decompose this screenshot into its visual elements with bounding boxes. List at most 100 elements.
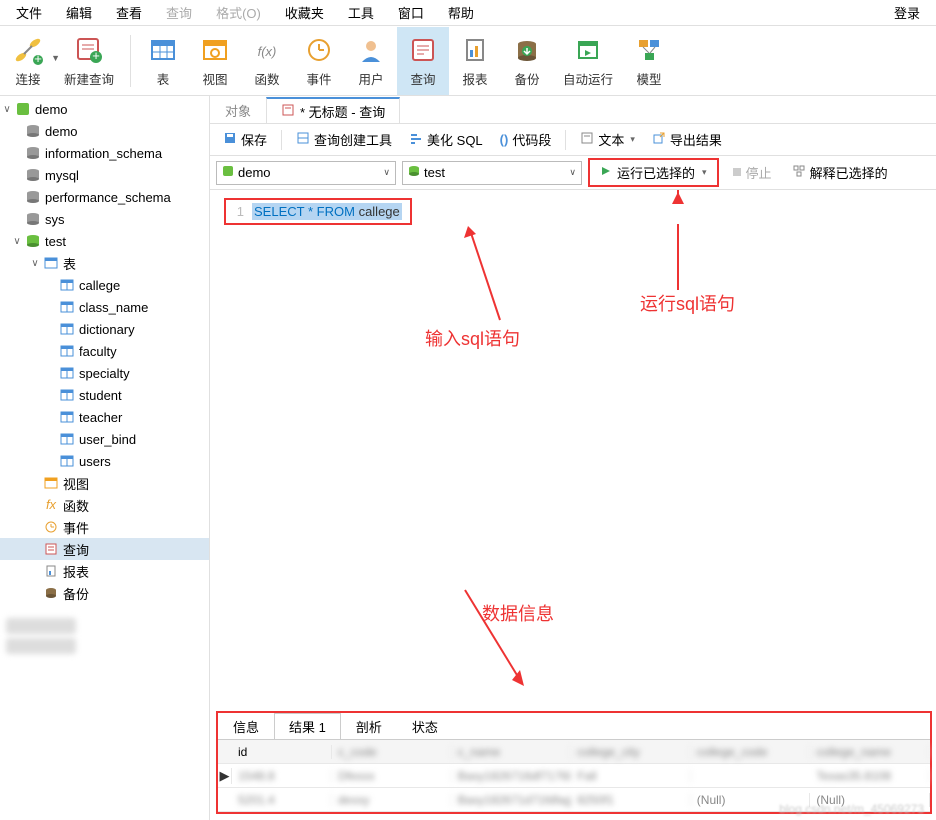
database-open-icon xyxy=(24,233,42,249)
annotation-data: 数据信息 xyxy=(482,600,554,626)
tree-table[interactable]: user_bind xyxy=(0,428,209,450)
menu-format[interactable]: 格式(O) xyxy=(204,0,273,25)
results-tabs: 信息 结果 1 剖析 状态 xyxy=(218,713,930,739)
tree-queries[interactable]: 查询 xyxy=(0,538,209,560)
results-panel: 信息 结果 1 剖析 状态 id c_code c_name college_c… xyxy=(216,711,932,814)
svg-text:f(x): f(x) xyxy=(258,44,277,59)
save-button[interactable]: 保存 xyxy=(216,127,274,152)
svg-text:+: + xyxy=(34,51,42,65)
event-button[interactable]: 事件 xyxy=(293,27,345,95)
report-icon xyxy=(42,563,60,579)
tree-table[interactable]: teacher xyxy=(0,406,209,428)
run-selected-button[interactable]: 运行已选择的▾ xyxy=(592,161,715,184)
tree-views[interactable]: 视图 xyxy=(0,472,209,494)
model-button[interactable]: 模型 xyxy=(623,27,675,95)
menu-edit[interactable]: 编辑 xyxy=(54,0,104,25)
tree-db-demo[interactable]: demo xyxy=(0,120,209,142)
tree-events[interactable]: 事件 xyxy=(0,516,209,538)
tab-info[interactable]: 信息 xyxy=(218,713,274,739)
database-icon xyxy=(24,189,42,205)
tree-reports[interactable]: 报表 xyxy=(0,560,209,582)
play-icon xyxy=(600,165,612,180)
backup-button[interactable]: 备份 xyxy=(501,27,553,95)
function-icon: fx xyxy=(42,497,60,513)
beautify-button[interactable]: 美化 SQL xyxy=(402,127,490,152)
tree-db-info[interactable]: information_schema xyxy=(0,142,209,164)
tree-conn[interactable]: ∨demo xyxy=(0,98,209,120)
function-button[interactable]: f(x) 函数 xyxy=(241,27,293,95)
connect-button[interactable]: + ▼ 连接 xyxy=(2,27,54,95)
tree-tables[interactable]: ∨表 xyxy=(0,252,209,274)
plug-icon: + xyxy=(12,34,44,66)
connection-dropdown[interactable]: demo∨ xyxy=(216,161,396,185)
tab-profile[interactable]: 剖析 xyxy=(341,713,397,739)
clock-icon xyxy=(303,34,335,66)
query-icon xyxy=(281,103,295,120)
table-icon xyxy=(58,277,76,293)
tab-strip: 对象 * 无标题 - 查询 xyxy=(210,96,936,124)
tree-table[interactable]: student xyxy=(0,384,209,406)
menu-tools[interactable]: 工具 xyxy=(336,0,386,25)
menu-query[interactable]: 查询 xyxy=(154,0,204,25)
connection-icon xyxy=(14,101,32,117)
new-query-button[interactable]: + 新建查询 xyxy=(54,27,124,95)
grid-row[interactable]: ▶ 1548.8 Dfexxx Baxy1826716df71768 Fall … xyxy=(218,764,930,788)
tree-backups[interactable]: 备份 xyxy=(0,582,209,604)
database-dropdown[interactable]: test∨ xyxy=(402,161,582,185)
tab-objects[interactable]: 对象 xyxy=(210,97,266,123)
tree-funcs[interactable]: fx函数 xyxy=(0,494,209,516)
export-button[interactable]: 导出结果 xyxy=(645,127,729,152)
table-icon xyxy=(58,431,76,447)
annotation-run: 运行sql语句 xyxy=(640,290,735,316)
database-icon xyxy=(408,165,420,180)
query-builder-button[interactable]: 查询创建工具 xyxy=(289,127,399,152)
tree-table[interactable]: class_name xyxy=(0,296,209,318)
view-icon xyxy=(199,34,231,66)
col-id[interactable]: id xyxy=(232,745,332,759)
query-icon xyxy=(42,541,60,557)
tree-table[interactable]: faculty xyxy=(0,340,209,362)
tree-db-perf[interactable]: performance_schema xyxy=(0,186,209,208)
snippet-button[interactable]: ()代码段 xyxy=(493,127,559,152)
tree-db-sys[interactable]: sys xyxy=(0,208,209,230)
annotation-input: 输入sql语句 xyxy=(425,325,520,351)
explain-button[interactable]: 解释已选择的 xyxy=(785,160,895,185)
autorun-icon xyxy=(572,34,604,66)
tree-db-mysql[interactable]: mysql xyxy=(0,164,209,186)
backup-icon xyxy=(42,585,60,601)
tab-status[interactable]: 状态 xyxy=(397,713,453,739)
menu-view[interactable]: 查看 xyxy=(104,0,154,25)
database-icon xyxy=(24,211,42,227)
main-toolbar: + ▼ 连接 + 新建查询 表 视图 f(x) 函数 事件 用户 查询 报表 备… xyxy=(0,26,936,96)
tree-table[interactable]: dictionary xyxy=(0,318,209,340)
menu-bar: 文件 编辑 查看 查询 格式(O) 收藏夹 工具 窗口 帮助 登录 xyxy=(0,0,936,26)
tree-table[interactable]: specialty xyxy=(0,362,209,384)
text-button[interactable]: 文本▾ xyxy=(573,127,642,152)
tab-result1[interactable]: 结果 1 xyxy=(274,713,341,739)
view-button[interactable]: 视图 xyxy=(189,27,241,95)
stop-button[interactable]: 停止 xyxy=(725,160,779,185)
table-icon xyxy=(58,365,76,381)
connection-selector-row: demo∨ test∨ 运行已选择的▾ 停止 解释已选择的 xyxy=(210,156,936,190)
svg-text:fx: fx xyxy=(46,498,57,512)
query-button[interactable]: 查询 xyxy=(397,27,449,95)
tree-table[interactable]: users xyxy=(0,450,209,472)
menu-help[interactable]: 帮助 xyxy=(436,0,486,25)
tab-untitled-query[interactable]: * 无标题 - 查询 xyxy=(266,97,400,123)
menu-login[interactable]: 登录 xyxy=(882,0,932,25)
tree-db-test[interactable]: ∨test xyxy=(0,230,209,252)
menu-favorites[interactable]: 收藏夹 xyxy=(273,0,336,25)
new-query-label: 新建查询 xyxy=(64,69,114,88)
table-button[interactable]: 表 xyxy=(137,27,189,95)
menu-window[interactable]: 窗口 xyxy=(386,0,436,25)
tree-table-callege[interactable]: callege xyxy=(0,274,209,296)
backup-icon xyxy=(511,34,543,66)
model-icon xyxy=(633,34,665,66)
snippet-icon: () xyxy=(500,132,509,147)
autorun-button[interactable]: 自动运行 xyxy=(553,27,623,95)
database-icon xyxy=(24,167,42,183)
connect-label: 连接 xyxy=(15,69,40,88)
user-button[interactable]: 用户 xyxy=(345,27,397,95)
menu-file[interactable]: 文件 xyxy=(4,0,54,25)
report-button[interactable]: 报表 xyxy=(449,27,501,95)
